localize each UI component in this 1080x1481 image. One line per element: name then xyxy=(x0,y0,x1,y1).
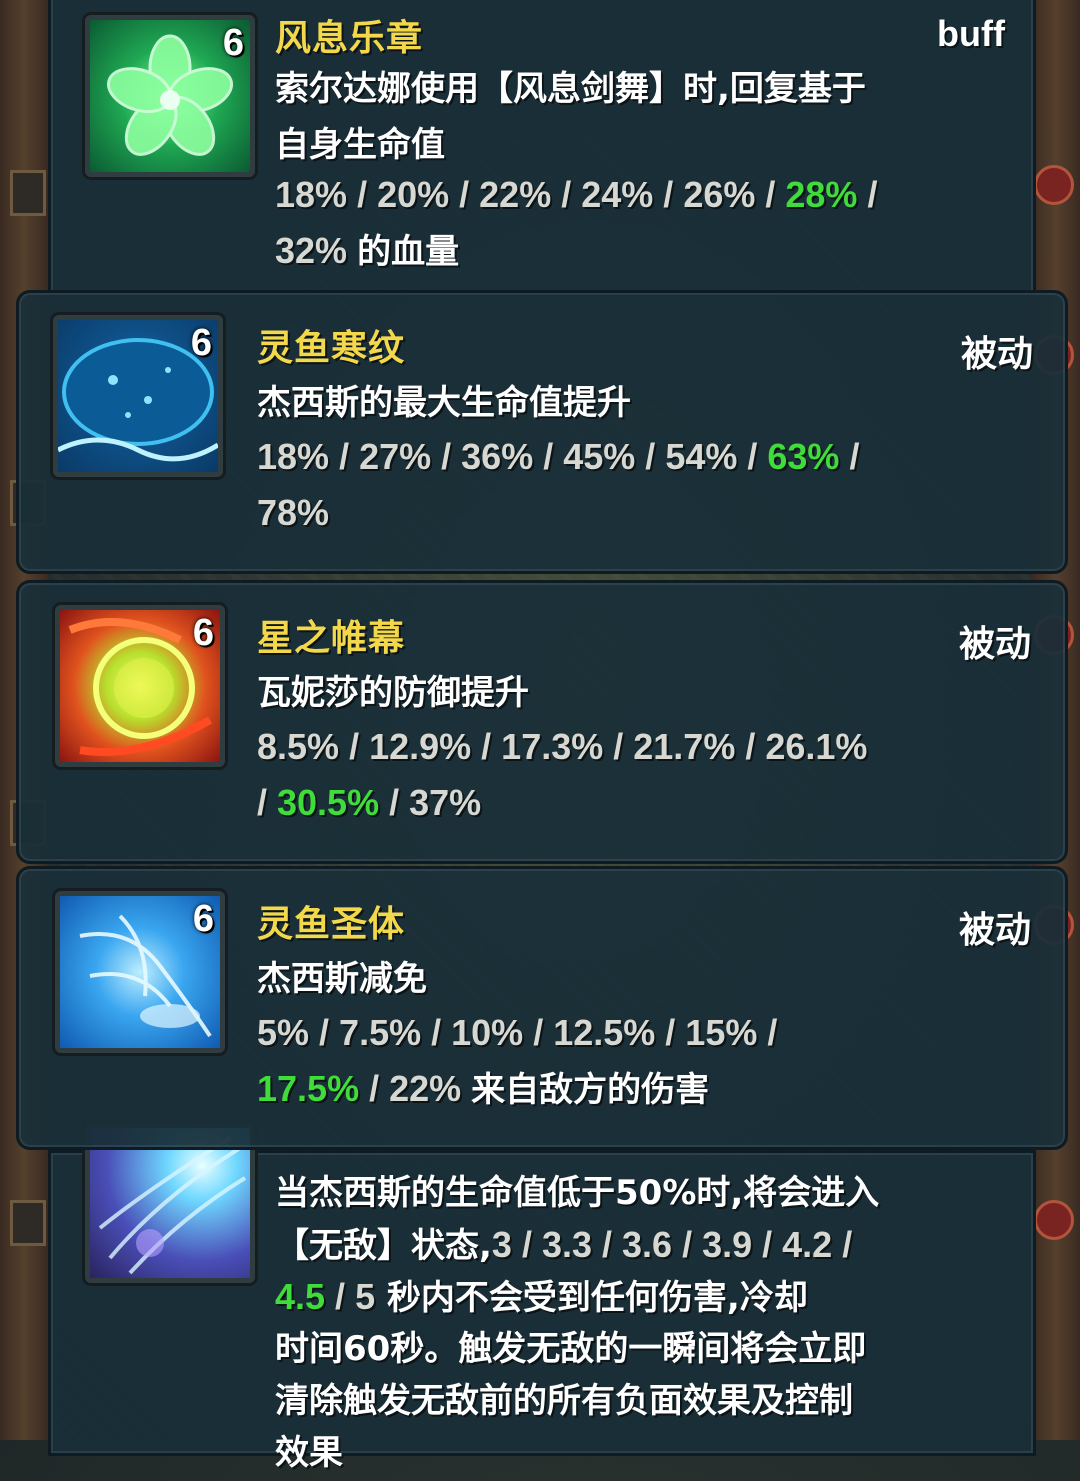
value: 26% xyxy=(683,174,756,215)
skill-card-wind[interactable]: 6 风息乐章 buff 索尔达娜使用【风息剑舞】时,回复基于 自身生命值 18%… xyxy=(48,0,1036,296)
description-line: 效果 xyxy=(275,1433,343,1473)
skill-name: 灵鱼圣体 xyxy=(257,904,406,945)
skill-type: 被动 xyxy=(959,624,1032,665)
value: 20% xyxy=(377,174,450,215)
frame-ornament xyxy=(10,170,46,216)
skill-card-fish-ripple[interactable]: 6 灵鱼寒纹 被动 杰西斯的最大生命值提升 18% / 27% / 36% / … xyxy=(16,290,1068,574)
current-value: 28% xyxy=(785,174,858,215)
value: 5% xyxy=(257,1012,310,1053)
skill-values: 5% / 7.5% / 10% / 12.5% / 15% / 17.5% / … xyxy=(257,1012,778,1110)
description-line: 清除触发无敌前的所有负面效果及控制 xyxy=(275,1381,853,1421)
skill-card-invincible[interactable]: 当杰西斯的生命值低于50%时,将会进入 【无敌】状态,3 / 3.3 / 3.6… xyxy=(48,1123,1036,1473)
description-text: 【无敌】状态, xyxy=(275,1226,492,1266)
ice-fish-icon: 6 xyxy=(55,891,225,1053)
value: 3.9 xyxy=(702,1224,753,1265)
current-value: 30.5% xyxy=(277,782,380,823)
value: 10% xyxy=(451,1012,524,1053)
value: 4.2 xyxy=(782,1224,833,1265)
value: 22% xyxy=(479,174,552,215)
skill-card-fish-body[interactable]: 6 灵鱼圣体 被动 杰西斯减免 5% / 7.5% / 10% / 12.5% … xyxy=(16,866,1068,1150)
skill-type: buff xyxy=(937,13,1005,54)
value: 22% xyxy=(389,1068,462,1109)
value: 12.9% xyxy=(369,726,472,767)
skill-description: 杰西斯的最大生命值提升 xyxy=(257,383,631,423)
value-suffix: 来自敌方的伤害 xyxy=(471,1070,710,1110)
frame-ornament xyxy=(10,1200,46,1246)
value: 3.3 xyxy=(541,1224,593,1265)
skill-level: 6 xyxy=(190,322,212,364)
description-line: 时间60秒。触发无敌的一瞬间将会立即 xyxy=(275,1329,867,1369)
fire-orb-icon: 6 xyxy=(55,605,225,767)
skill-type: 被动 xyxy=(959,910,1032,951)
value: 32% xyxy=(275,230,348,271)
description-line: 索尔达娜使用【风息剑舞】时,回复基于 xyxy=(275,69,866,109)
skill-name: 星之帷幕 xyxy=(257,618,406,659)
value: 21.7% xyxy=(633,726,736,767)
skill-level: 6 xyxy=(222,22,244,64)
value: 17.3% xyxy=(501,726,604,767)
current-value: 4.5 xyxy=(275,1276,326,1317)
water-orb-icon: 6 xyxy=(53,315,223,477)
value: 7.5% xyxy=(339,1012,422,1053)
description-line: 自身生命值 xyxy=(275,125,445,165)
seal-icon xyxy=(1034,165,1074,205)
value: 18% xyxy=(275,174,348,215)
skill-description: 杰西斯减免 xyxy=(257,959,427,999)
description-line: 【无敌】状态,3 / 3.3 / 3.6 / 3.9 / 4.2 / xyxy=(275,1224,853,1266)
current-value: 17.5% xyxy=(257,1068,360,1109)
skill-card-star-curtain[interactable]: 6 星之帷幕 被动 瓦妮莎的防御提升 8.5% / 12.9% / 17.3% … xyxy=(16,580,1068,864)
value: 18% xyxy=(257,436,330,477)
current-value: 63% xyxy=(767,436,840,477)
skill-values: 18% / 20% / 22% / 24% / 26% / 28% / 32% … xyxy=(275,174,878,272)
description-line: 当杰西斯的生命值低于50%时,将会进入 xyxy=(275,1173,880,1213)
skill-name: 风息乐章 xyxy=(275,18,424,59)
skill-values: 18% / 27% / 36% / 45% / 54% / 63% / 78% xyxy=(257,436,860,533)
value: 12.5% xyxy=(553,1012,656,1053)
value-suffix: 的血量 xyxy=(357,232,460,272)
skill-level: 6 xyxy=(192,898,214,940)
skill-values: 8.5% / 12.9% / 17.3% / 21.7% / 26.1% / 3… xyxy=(257,726,868,823)
skill-description: 索尔达娜使用【风息剑舞】时,回复基于 自身生命值 xyxy=(275,61,866,173)
description-line: 4.5 / 5 秒内不会受到任何伤害,冷却 xyxy=(275,1276,808,1318)
value: 26.1% xyxy=(765,726,868,767)
seal-icon xyxy=(1034,1200,1074,1240)
value: 8.5% xyxy=(257,726,340,767)
value: 27% xyxy=(359,436,432,477)
value: 15% xyxy=(685,1012,758,1053)
skill-level: 6 xyxy=(192,612,214,654)
value: 3 xyxy=(491,1224,512,1265)
value: 37% xyxy=(409,782,482,823)
skill-description: 当杰西斯的生命值低于50%时,将会进入 xyxy=(275,1165,879,1221)
value: 54% xyxy=(665,436,738,477)
skill-description: 瓦妮莎的防御提升 xyxy=(257,673,529,713)
value: 3.6 xyxy=(622,1224,673,1265)
value: 24% xyxy=(581,174,654,215)
description-text: 秒内不会受到任何伤害,冷却 xyxy=(386,1278,808,1318)
value: 78% xyxy=(257,492,330,533)
skill-name: 灵鱼寒纹 xyxy=(257,328,406,369)
value: 45% xyxy=(563,436,636,477)
value: 5 xyxy=(355,1276,376,1317)
green-flower-icon: 6 xyxy=(85,15,255,177)
skill-type: 被动 xyxy=(961,334,1034,375)
value: 36% xyxy=(461,436,534,477)
